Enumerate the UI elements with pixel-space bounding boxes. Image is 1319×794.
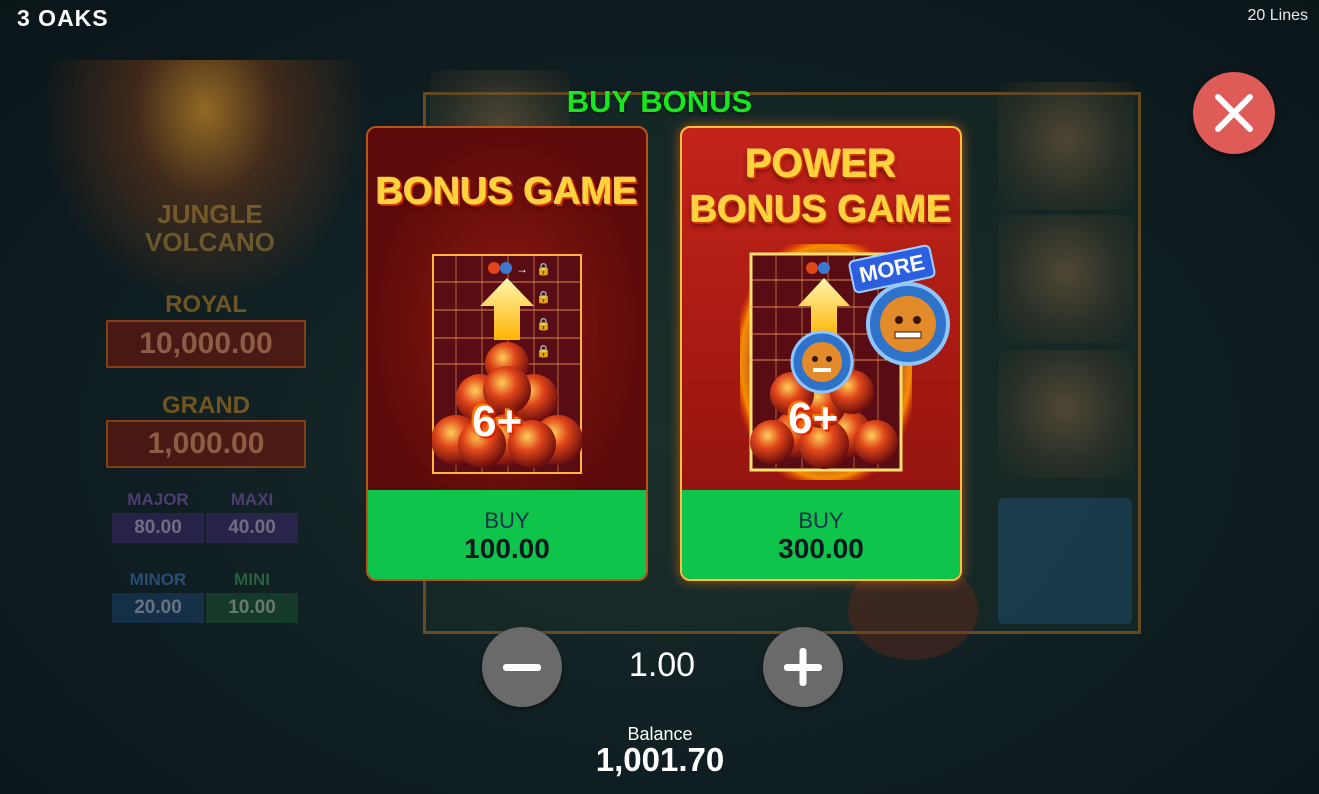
jackpot-grand-label: GRAND [162,392,250,419]
jackpot-mini-value: 10.00 [206,593,298,623]
provider-logo: 3 OAKS [17,5,109,31]
jackpot-royal-value: 10,000.00 [106,320,306,368]
jackpot-mini-label: MINI [234,570,270,589]
modal-title: BUY BONUS [566,84,753,119]
power-title-line2: BONUS GAME [690,189,952,231]
buy-label: BUY [798,508,844,533]
jackpot-royal-label: ROYAL [165,291,247,318]
frog-symbol [998,498,1132,624]
close-button[interactable] [1193,72,1275,154]
increase-bet-button[interactable] [763,627,843,707]
jackpot-maxi-label: MAXI [230,490,274,509]
svg-text:🔒: 🔒 [536,344,551,358]
minus-icon [503,664,541,671]
svg-text:🔒: 🔒 [536,317,551,331]
power-medallion-icon [864,280,952,373]
jackpot-grand-value: 1,000.00 [106,420,306,468]
bonus-six-plus-badge: 6+ [472,397,523,446]
jackpot-major-label: MAJOR [127,490,189,509]
game-screen: JUNGLE VOLCANO ROYAL 10,000.00 GRAND 1,0… [0,0,1319,794]
bet-value: 1.00 [628,646,696,684]
svg-text:🔒: 🔒 [536,290,551,304]
game-logo-line2: VOLCANO [145,227,275,257]
lines-indicator: 20 Lines [1247,7,1309,24]
power-title-line1: POWER [745,142,897,186]
jackpot-minor-value: 20.00 [112,593,204,623]
close-icon [1215,94,1253,132]
svg-text:→: → [516,262,528,276]
buy-bonus-game-button[interactable]: BUY 100.00 [368,490,646,579]
jackpot-maxi-value: 40.00 [206,513,298,543]
buy-label: BUY [484,508,530,533]
jackpot-major-value: 80.00 [112,513,204,543]
bonus-game-card[interactable]: BONUS GAME → 🔒 🔒 🔒 🔒 6+ BUY 100.00 [366,126,648,581]
power-bonus-game-card[interactable]: POWER BONUS GAME MORE 6+ BUY 300.00 [680,126,962,581]
decrease-bet-button[interactable] [482,627,562,707]
warrior-symbol [998,350,1134,478]
power-six-plus-badge: 6+ [788,394,839,443]
svg-text:🔒: 🔒 [536,262,551,276]
power-bonus-game-price: 300.00 [778,533,864,564]
jackpot-minor-label: MINOR [129,570,187,589]
bonus-game-price: 100.00 [464,533,550,564]
warrior-symbol [998,215,1134,343]
balance-value: 1,001.70 [595,741,725,778]
buy-power-bonus-game-button[interactable]: BUY 300.00 [682,490,960,579]
game-logo-line1: JUNGLE [157,199,263,229]
plus-icon [784,648,822,686]
bonus-game-title: BONUS GAME [376,171,638,213]
game-logo: JUNGLE VOLCANO [120,200,300,256]
